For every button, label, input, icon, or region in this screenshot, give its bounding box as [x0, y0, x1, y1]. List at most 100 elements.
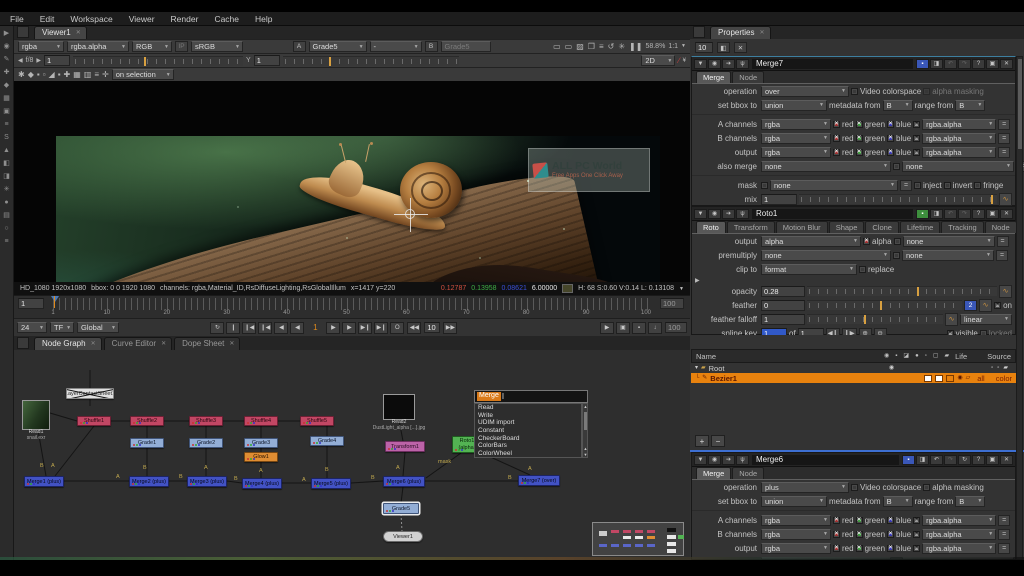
mask-select[interactable]: none▼	[770, 180, 898, 191]
node-color-icon[interactable]: ψ	[736, 59, 749, 69]
menu-viewer[interactable]: Viewer	[129, 14, 155, 24]
menu-edit[interactable]: Edit	[40, 14, 55, 24]
gamma-input[interactable]: 1	[254, 55, 280, 66]
menu-file[interactable]: File	[10, 14, 24, 24]
channel-equals-button[interactable]: =	[998, 529, 1010, 540]
layer-select[interactable]: rgba▼	[18, 41, 64, 52]
popup-scrollbar[interactable]: ▲▲▼	[582, 403, 588, 458]
viewer-roi-icon-8[interactable]: ▥	[84, 71, 92, 79]
hide-input-checkbox[interactable]: ◨	[930, 59, 943, 69]
lut-select[interactable]: sRGB▼	[191, 41, 243, 52]
playback-option-icon-0[interactable]: ▶	[600, 322, 614, 334]
also-merge-channel-select[interactable]: none▼	[902, 161, 1014, 172]
node-merge2[interactable]: Merge2 (plus)	[129, 476, 169, 487]
gamma-slider[interactable]	[283, 56, 459, 66]
tool-rail-icon-7[interactable]: ≡	[4, 121, 8, 128]
gain-slider[interactable]	[73, 56, 243, 66]
collapse-panel-icon[interactable]: ▼	[694, 455, 707, 465]
collapse-panel-icon[interactable]: ▼	[694, 209, 707, 219]
node-shuffle5[interactable]: Shuffle5	[300, 416, 334, 426]
center-node-icon[interactable]: ◉	[708, 59, 721, 69]
motion-icon[interactable]: ▱	[966, 375, 971, 381]
undo-icon[interactable]: ↶	[944, 59, 957, 69]
feather-input[interactable]: 0	[761, 300, 805, 311]
metadata-select[interactable]: B▼	[883, 496, 913, 507]
tab-merge[interactable]: Merge	[696, 71, 731, 83]
transport-left-button-1[interactable]: ❙	[226, 322, 240, 334]
tool-rail-icon-4[interactable]: ◆	[4, 82, 9, 89]
node-merge6[interactable]: Merge6 (plus)	[383, 476, 425, 487]
mix-input[interactable]: 1	[761, 194, 797, 205]
bbox-select[interactable]: union▼	[761, 100, 827, 111]
inject-checkbox[interactable]	[914, 182, 921, 189]
node-merge5[interactable]: Merge5 (plus)	[311, 478, 351, 489]
alpha-checkbox[interactable]: ✕	[913, 121, 920, 128]
node-grade1[interactable]: Grade1	[130, 438, 164, 448]
viewer-display-icon-1[interactable]: ▭	[565, 43, 573, 51]
curve-editor-icon[interactable]: ∿	[999, 193, 1012, 206]
transport-left-button-5[interactable]: ◀	[290, 322, 304, 334]
transport-right-button-4[interactable]: O	[390, 322, 404, 334]
video-colorspace-checkbox[interactable]	[851, 88, 858, 95]
node-read2-thumbnail[interactable]	[383, 394, 415, 420]
alpha-channel-select[interactable]: rgba.alpha▼	[922, 515, 996, 526]
video-colorspace-checkbox[interactable]	[851, 484, 858, 491]
viewer-roi-icon-4[interactable]: ◢	[49, 71, 55, 79]
range-end-box[interactable]: 100	[660, 298, 684, 309]
hide-input-checkbox[interactable]: ◨	[930, 209, 943, 219]
tab-node[interactable]: Node	[732, 467, 764, 479]
blue-checkbox[interactable]: ✕	[887, 531, 894, 538]
channels-select[interactable]: rgba▼	[761, 119, 831, 130]
red-checkbox[interactable]: ✕	[833, 517, 840, 524]
metadata-select[interactable]: B▼	[883, 100, 913, 111]
undo-icon[interactable]: ↶	[944, 209, 957, 219]
red-checkbox[interactable]: ✕	[833, 149, 840, 156]
close-panel-icon[interactable]: ✕	[1000, 209, 1013, 219]
eye-icon[interactable]: ◉	[889, 365, 894, 371]
channels-select[interactable]: rgba▼	[761, 543, 831, 554]
tab-transform[interactable]: Transform	[727, 221, 775, 233]
menu-workspace[interactable]: Workspace	[70, 14, 112, 24]
falloff-slider[interactable]	[807, 314, 943, 324]
shape-overlay-box[interactable]	[946, 375, 954, 382]
remove-shape-button[interactable]: −	[711, 435, 725, 447]
tool-rail-icon-3[interactable]: ✚	[4, 69, 10, 76]
expand-arrow-icon[interactable]: ▶	[695, 277, 700, 284]
alpha-channel-select[interactable]: rgba.alpha▼	[922, 529, 996, 540]
node-merge7[interactable]: Merge7 (over)	[518, 475, 560, 486]
playback-option-icon-2[interactable]: ▪	[632, 322, 646, 334]
tab-clone[interactable]: Clone	[865, 221, 899, 233]
search-result-colorwheel[interactable]: ColorWheel	[475, 450, 581, 458]
timecode-select[interactable]: TF▼	[50, 322, 74, 333]
invert-checkbox[interactable]	[944, 182, 951, 189]
red-checkbox[interactable]: ✕	[833, 531, 840, 538]
node-merge4[interactable]: Merge4 (plus)	[242, 478, 282, 489]
falloff-type-select[interactable]: linear▼	[960, 314, 1012, 325]
bezier1-life[interactable]: all	[977, 374, 985, 383]
properties-scrollbar[interactable]	[1016, 56, 1023, 560]
alpha-channel-select[interactable]: rgba.alpha▼	[922, 543, 996, 554]
viewer-roi-icon-6[interactable]: ✚	[64, 71, 71, 79]
green-checkbox[interactable]: ✕	[856, 149, 863, 156]
panel-grip-icon[interactable]	[17, 26, 29, 38]
panel-enable-checkbox[interactable]: ▪	[916, 209, 929, 219]
redo-icon[interactable]: ↷	[944, 455, 957, 465]
alpha-checkbox[interactable]: ✕	[863, 238, 870, 245]
roto1-title[interactable]: Roto1	[752, 209, 913, 219]
help-icon[interactable]: ?	[972, 455, 985, 465]
shape-row-bezier1[interactable]: └ ✎ Bezier1 ◉ ▱ all color	[691, 373, 1016, 383]
shape-pencil-box[interactable]	[924, 375, 932, 382]
tab-node[interactable]: Node	[732, 71, 764, 83]
viewer-canvas[interactable]: ALL PC World Free Apps One Click Away	[14, 81, 690, 282]
shape-row-root[interactable]: ▾ ▰ Root ◉ ▫▫▰	[691, 363, 1016, 373]
feather-slider[interactable]	[807, 300, 962, 310]
range-mode-select[interactable]: Global▼	[77, 322, 119, 333]
wipe-select[interactable]: -▼	[370, 41, 422, 52]
blue-checkbox[interactable]: ✕	[887, 135, 894, 142]
hide-input-checkbox[interactable]: ◨	[916, 455, 929, 465]
mix-slider[interactable]	[799, 194, 997, 204]
tab-dope-sheet[interactable]: Dope Sheet✕	[174, 337, 240, 350]
transport-right-button-2[interactable]: ▶❙	[358, 322, 372, 334]
proxy-ratio[interactable]: 1:1	[668, 43, 678, 50]
viewer-roi-icon-2[interactable]: ▪	[37, 71, 40, 79]
